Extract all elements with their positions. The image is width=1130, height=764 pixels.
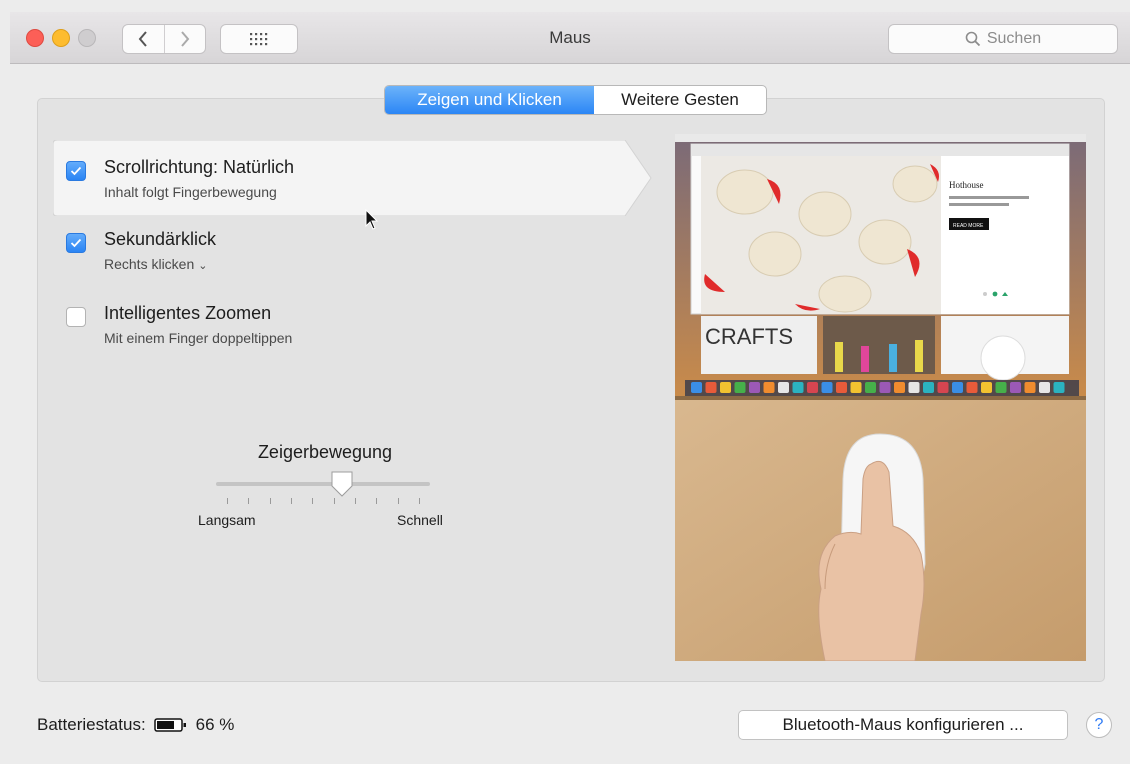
battery-label: Batteriestatus:	[37, 715, 146, 734]
slider-tick	[269, 498, 271, 504]
dock-app-icon	[966, 382, 978, 393]
option-sublabel: Mit einem Finger doppeltippen	[104, 330, 293, 346]
dock-app-icon	[749, 382, 760, 393]
dock-app-icon	[763, 382, 775, 393]
option-sublabel: Rechts klicken	[104, 256, 195, 272]
mouse-cursor-icon	[365, 209, 379, 230]
pointer-speed-min-label: Langsam	[198, 512, 256, 528]
dock-app-icon	[850, 382, 862, 393]
tab-point-and-click[interactable]: Zeigen und Klicken	[385, 86, 594, 114]
option-label: Intelligentes Zoomen	[104, 303, 272, 323]
tab-more-gestures[interactable]: Weitere Gesten	[594, 86, 766, 114]
dock-app-icon	[894, 382, 905, 393]
dock-app-icon	[995, 382, 1007, 393]
preview-site-title: Hothouse	[949, 180, 984, 190]
battery-status: Batteriestatus: 66 %	[37, 715, 234, 735]
preferences-window: Maus Suchen Zeigen und Klicken Weitere G…	[10, 12, 1130, 764]
gesture-preview-image: Hothouse READ MORE CRAFTS	[675, 134, 1086, 661]
battery-value: 66 %	[195, 715, 235, 734]
pointer-speed-thumb[interactable]	[330, 470, 354, 503]
dock-app-icon	[937, 382, 949, 393]
scroll-direction-checkbox[interactable]	[66, 161, 86, 181]
search-icon	[965, 31, 980, 47]
dock-app-icon	[865, 382, 876, 393]
dock-app-icon	[952, 382, 963, 393]
close-button[interactable]	[26, 29, 44, 47]
dock-app-icon	[807, 382, 818, 393]
help-button[interactable]: ?	[1086, 712, 1112, 738]
slider-tick	[291, 498, 292, 504]
selected-option-highlight	[53, 140, 653, 216]
title-bar: Maus Suchen	[10, 12, 1130, 64]
slider-tick	[376, 498, 378, 504]
pointer-speed-title: Zeigerbewegung	[257, 442, 393, 462]
dock-app-icon	[879, 382, 891, 393]
chevron-left-icon	[139, 31, 148, 47]
dock-app-icon	[836, 382, 847, 393]
dock-app-icon	[1039, 382, 1050, 393]
secondary-click-dropdown[interactable]: Rechts klicken ⌄	[104, 256, 207, 272]
show-all-button[interactable]	[220, 24, 298, 54]
preview-banner-text: CRAFTS	[705, 324, 793, 349]
chevron-down-icon: ⌄	[198, 260, 208, 272]
grid-icon	[250, 33, 268, 46]
slider-tick	[312, 498, 314, 504]
pointer-speed-ticks	[227, 498, 420, 504]
slider-tick	[227, 498, 228, 504]
dock-app-icon	[908, 382, 920, 393]
slider-tick	[419, 498, 420, 504]
option-sublabel: Inhalt folgt Fingerbewegung	[104, 184, 277, 200]
dock-app-icon	[734, 382, 746, 393]
secondary-click-checkbox[interactable]	[66, 233, 86, 253]
dock-app-icon	[1010, 382, 1021, 393]
checkmark-icon	[70, 166, 82, 176]
minimize-button[interactable]	[52, 29, 70, 47]
dock-app-icon	[720, 382, 731, 393]
smart-zoom-checkbox[interactable]	[66, 307, 86, 327]
dock-app-icon	[691, 382, 702, 393]
dock-app-icon	[923, 382, 934, 393]
option-label: Sekundärklick	[104, 229, 217, 249]
checkmark-icon	[70, 238, 82, 248]
zoom-button[interactable]	[78, 29, 96, 47]
dock-app-icon	[778, 382, 789, 393]
slider-tick	[397, 498, 399, 504]
slider-tick	[248, 498, 250, 504]
dock-app-icon	[792, 382, 804, 393]
navigation-buttons	[122, 24, 206, 54]
tab-bar: Zeigen und Klicken Weitere Gesten	[384, 85, 767, 115]
chevron-right-icon	[181, 31, 190, 47]
option-label: Scrollrichtung: Natürlich	[104, 157, 295, 177]
pointer-speed-track[interactable]	[216, 482, 430, 486]
back-button[interactable]	[123, 25, 164, 53]
battery-icon	[153, 718, 186, 732]
search-placeholder: Suchen	[986, 30, 1042, 47]
pointer-speed-max-label: Schnell	[397, 512, 443, 528]
preview-read-more: READ MORE	[953, 223, 984, 229]
search-field[interactable]: Suchen	[888, 24, 1118, 54]
dock-app-icon	[821, 382, 833, 393]
configure-bluetooth-mouse-button[interactable]: Bluetooth-Maus konfigurieren ...	[738, 710, 1068, 740]
forward-button[interactable]	[163, 25, 205, 53]
dock-app-icon	[705, 382, 717, 393]
dock-app-icon	[981, 382, 992, 393]
dock-app-icon	[1024, 382, 1036, 393]
dock-app-icon	[1053, 382, 1065, 393]
slider-tick	[355, 498, 356, 504]
